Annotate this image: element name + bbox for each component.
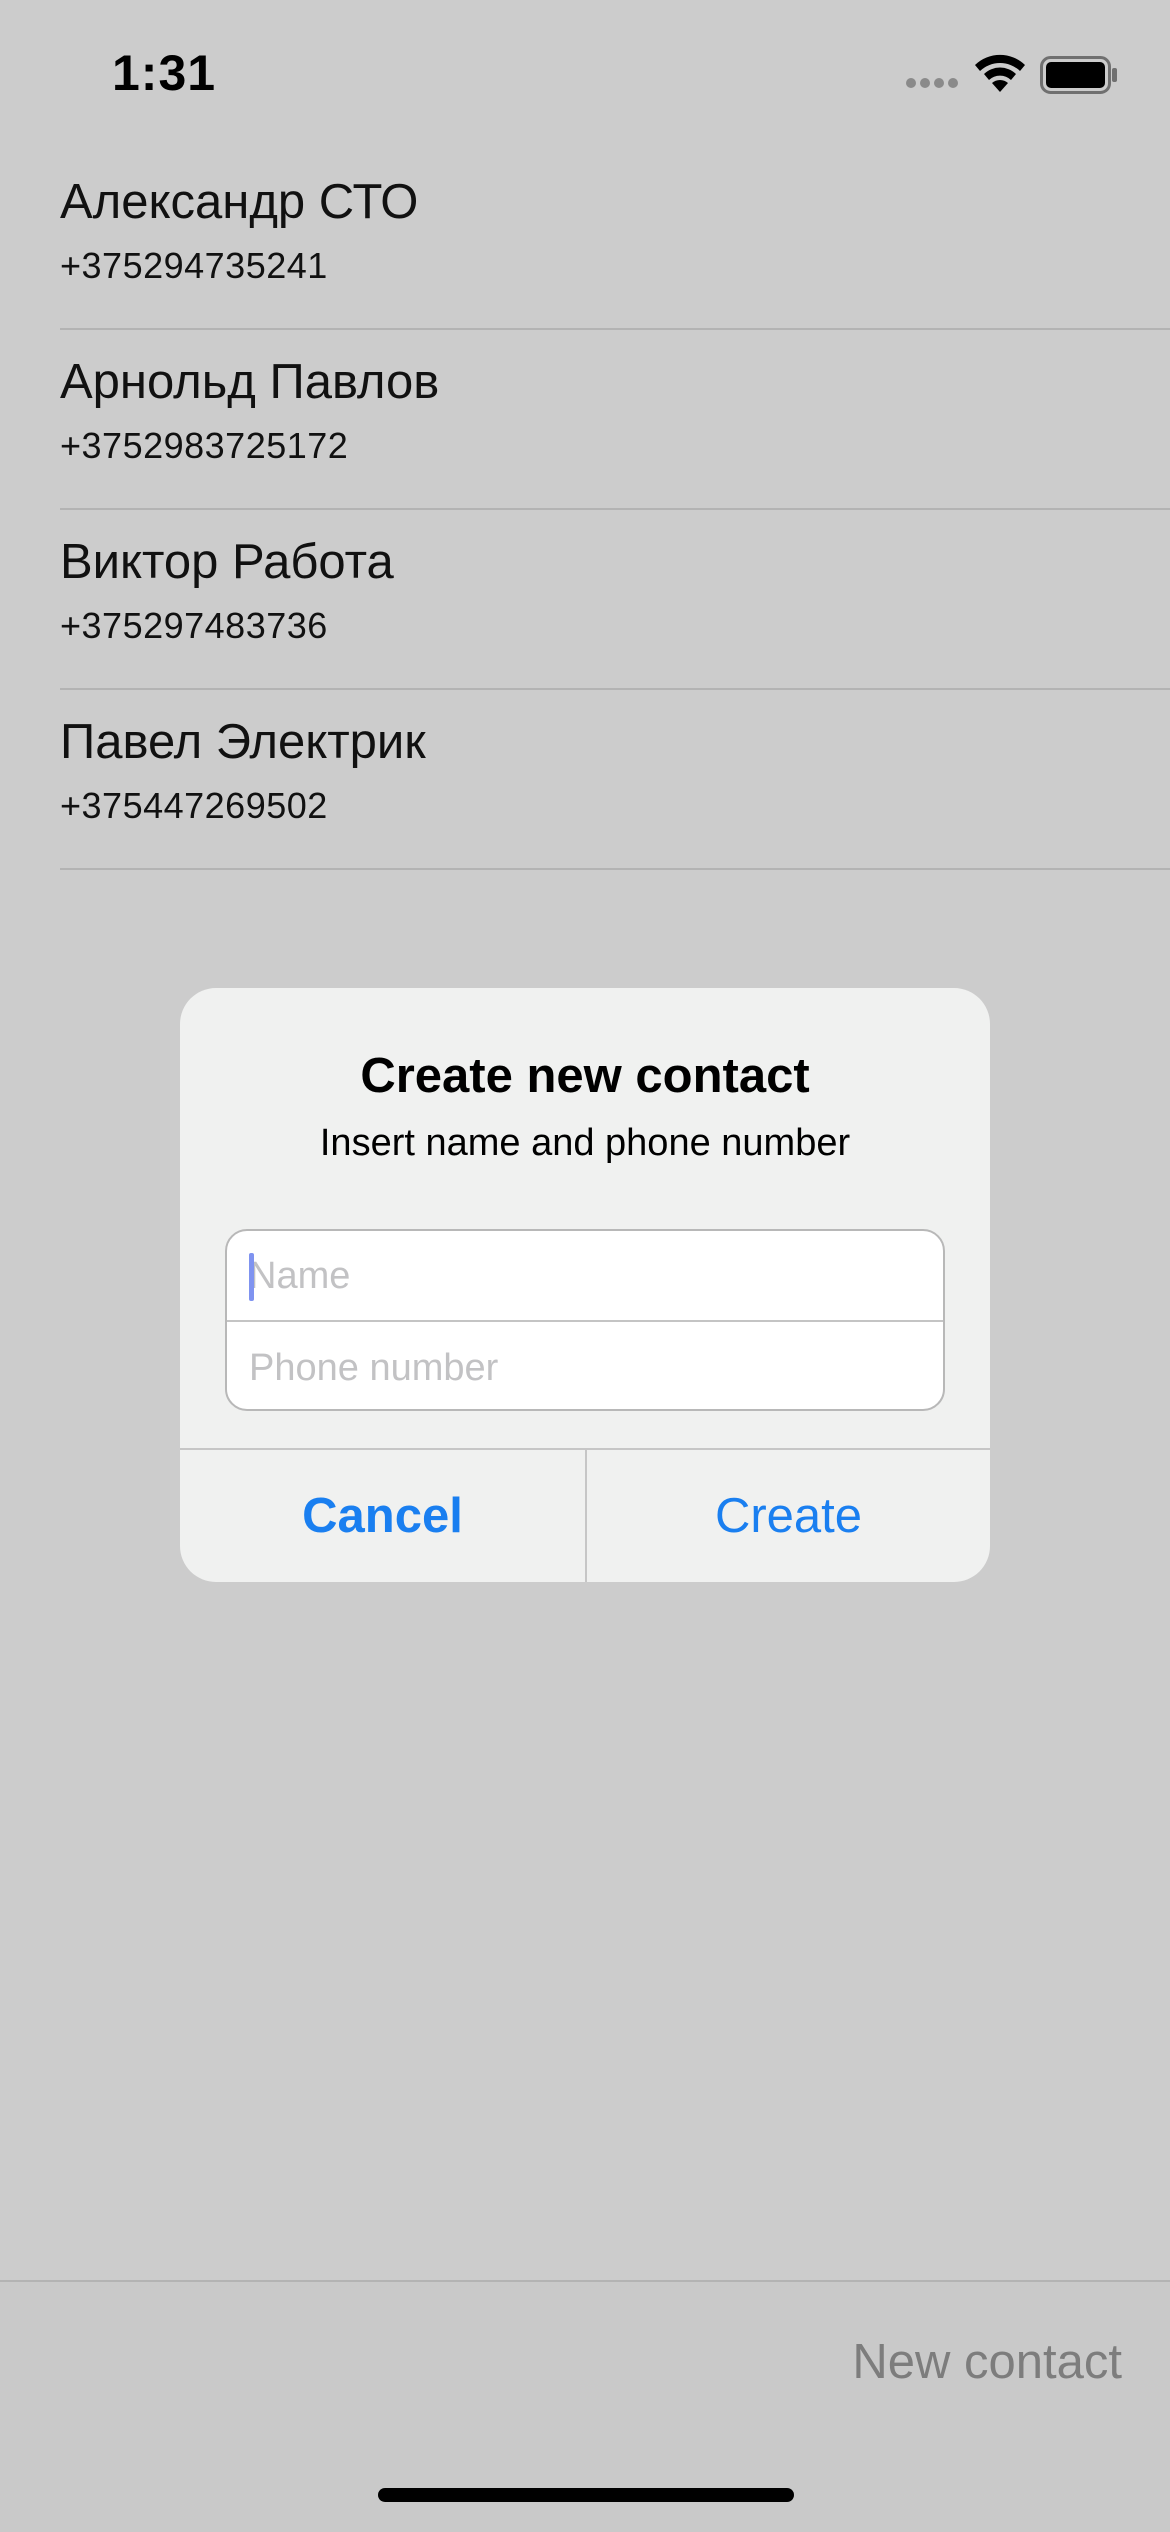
new-contact-button[interactable]: New contact	[852, 2334, 1122, 2390]
status-time: 1:31	[112, 45, 217, 101]
cancel-button[interactable]: Cancel	[180, 1450, 585, 1582]
text-cursor	[249, 1253, 254, 1301]
wifi-icon	[975, 54, 1025, 92]
contact-name: Павел Электрик	[60, 715, 426, 769]
status-bar: 1:31	[0, 0, 1170, 150]
contact-row[interactable]: Павел Электрик +375447269502	[60, 690, 1170, 870]
contact-phone: +375297483736	[60, 605, 328, 646]
alert-title: Create new contact	[360, 1049, 810, 1103]
contact-row[interactable]: Арнольд Павлов +3752983725172	[60, 330, 1170, 510]
cellular-signal-icon	[906, 78, 960, 92]
contact-phone: +375447269502	[60, 785, 328, 826]
phone-number-field[interactable]	[227, 1323, 943, 1409]
create-button[interactable]: Create	[585, 1450, 990, 1582]
contact-list: Александр СТО +375294735241 Арнольд Павл…	[0, 150, 1170, 870]
contact-phone: +3752983725172	[60, 425, 349, 466]
contact-row[interactable]: Александр СТО +375294735241	[60, 150, 1170, 330]
alert-message: Insert name and phone number	[319, 1122, 851, 1164]
battery-icon	[1040, 56, 1117, 94]
contact-name: Арнольд Павлов	[60, 355, 440, 409]
name-field[interactable]	[227, 1231, 943, 1321]
screen: 1:31 Александр СТО +375294735241 Арнольд…	[0, 0, 1170, 2532]
home-indicator[interactable]	[378, 2488, 794, 2502]
create-contact-alert: Create new contact Insert name and phone…	[180, 988, 990, 1582]
contact-name: Александр СТО	[60, 175, 419, 229]
contact-phone: +375294735241	[60, 245, 328, 286]
field-divider	[227, 1320, 943, 1322]
alert-actions: Cancel Create	[180, 1448, 990, 1582]
contact-row[interactable]: Виктор Работа +375297483736	[60, 510, 1170, 690]
alert-text-fields	[225, 1229, 945, 1411]
contact-name: Виктор Работа	[60, 535, 394, 589]
